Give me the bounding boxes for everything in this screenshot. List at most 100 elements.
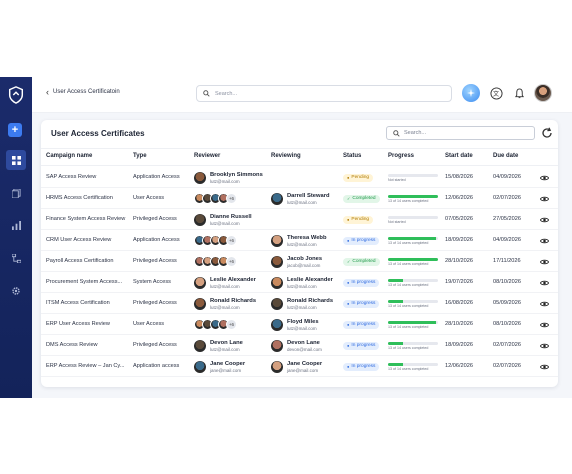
- refresh-icon[interactable]: [541, 127, 553, 139]
- progress-fill: [388, 194, 438, 198]
- progress-fill: [388, 341, 403, 345]
- view-eye-icon[interactable]: [540, 259, 549, 265]
- reviewing-email: lutz@mail.com: [287, 199, 317, 205]
- campaign-name[interactable]: ITSM Access Certification: [46, 300, 131, 306]
- add-icon[interactable]: +: [8, 123, 22, 137]
- more-reviewers-badge[interactable]: +6: [226, 192, 237, 204]
- view-eye-icon[interactable]: [540, 196, 549, 202]
- notification-bell-icon[interactable]: [510, 84, 528, 102]
- reviewer[interactable]: Ronald Richards lutz@mail.com: [194, 298, 256, 311]
- campaign-name[interactable]: SAP Access Review: [46, 174, 131, 180]
- reviewing[interactable]: Floyd Miles lutz@mail.com: [271, 319, 319, 332]
- chevron-left-icon[interactable]: ‹: [46, 88, 49, 97]
- view-eye-icon[interactable]: [540, 217, 549, 223]
- reviewer[interactable]: Dianne Russell lutz@mail.com: [194, 214, 252, 227]
- progress-fill: [388, 299, 403, 303]
- shield-logo-icon[interactable]: [7, 86, 25, 104]
- dashboard-icon[interactable]: [6, 150, 26, 170]
- reviewer-avatar-group[interactable]: +6: [194, 192, 237, 204]
- column-reviewing[interactable]: Reviewing: [271, 153, 301, 159]
- view-eye-icon[interactable]: [540, 280, 549, 286]
- avatar: [194, 172, 206, 184]
- due-date: 02/07/2026: [493, 363, 521, 369]
- view-eye-icon[interactable]: [540, 322, 549, 328]
- reviewer-avatar-group[interactable]: +6: [194, 255, 237, 267]
- start-date: 15/08/2026: [445, 174, 473, 180]
- avatar: [194, 277, 206, 289]
- status-badge: ✓ Completed: [343, 257, 380, 266]
- translate-icon[interactable]: 文: [487, 84, 505, 102]
- reviewing[interactable]: Jacob Jones jacob@mail.com: [271, 256, 322, 269]
- access-type: Privileged Access: [133, 216, 177, 222]
- due-date: 08/10/2026: [493, 321, 521, 327]
- reviewer[interactable]: Devon Lane lutz@mail.com: [194, 340, 243, 353]
- reviewing-info: Devon Lane devon@mail.com: [287, 340, 322, 353]
- status-dot-icon: ✓: [347, 259, 351, 264]
- status-dot-icon: ●: [347, 238, 350, 243]
- reviewer-name: Dianne Russell: [210, 213, 252, 220]
- view-eye-icon[interactable]: [540, 343, 549, 349]
- avatar: [271, 361, 283, 373]
- progress-text: Not started: [388, 219, 406, 224]
- campaign-name[interactable]: CRM User Access Review: [46, 237, 131, 243]
- reviewing[interactable]: Jane Cooper jane@mail.com: [271, 361, 322, 374]
- user-avatar[interactable]: [534, 84, 552, 102]
- reviewing[interactable]: Devon Lane devon@mail.com: [271, 340, 322, 353]
- progress-bar: [388, 278, 438, 282]
- reviewer[interactable]: Jane Cooper jane@mail.com: [194, 361, 245, 374]
- progress-bar: [388, 299, 438, 303]
- progress-text: 13 of 14 users completed: [388, 282, 429, 287]
- reviewer-avatar-group[interactable]: +6: [194, 318, 237, 330]
- more-reviewers-badge[interactable]: +6: [226, 318, 237, 330]
- analytics-icon[interactable]: [6, 215, 26, 235]
- status-label: Completed: [352, 259, 376, 264]
- progress-bar: [388, 362, 438, 366]
- status-label: In progress: [351, 301, 376, 306]
- column-progress[interactable]: Progress: [388, 153, 414, 159]
- more-reviewers-badge[interactable]: +6: [226, 255, 237, 267]
- status-badge: ● In progress: [343, 362, 380, 371]
- column-reviewer[interactable]: Reviewer: [194, 153, 220, 159]
- view-eye-icon[interactable]: [540, 301, 549, 307]
- column-campaign-name[interactable]: Campaign name: [46, 153, 92, 159]
- avatar: [271, 193, 283, 205]
- documents-icon[interactable]: [6, 183, 26, 203]
- column-type[interactable]: Type: [133, 153, 147, 159]
- table-search-input[interactable]: Search...: [386, 126, 535, 140]
- progress-indicator: Not started: [388, 173, 438, 182]
- reviewer[interactable]: Leslie Alexander lutz@mail.com: [194, 277, 256, 290]
- column-start-date[interactable]: Start date: [445, 153, 473, 159]
- column-status[interactable]: Status: [343, 153, 361, 159]
- reviewing-info: Theresa Webb lutz@mail.com: [287, 235, 327, 248]
- search-placeholder: Search...: [404, 130, 427, 136]
- more-reviewers-badge[interactable]: +6: [226, 234, 237, 246]
- reviewing-name: Jane Cooper: [287, 360, 323, 367]
- reviewing[interactable]: Theresa Webb lutz@mail.com: [271, 235, 327, 248]
- view-eye-icon[interactable]: [540, 175, 549, 181]
- campaign-name[interactable]: Procurement System Access...: [46, 279, 131, 285]
- campaign-name[interactable]: ERP User Access Review: [46, 321, 131, 327]
- global-search-input[interactable]: Search...: [196, 85, 452, 102]
- reviewer[interactable]: Brooklyn Simmons lutz@mail.com: [194, 172, 263, 185]
- progress-bar: [388, 215, 438, 219]
- reviewer-info: Brooklyn Simmons lutz@mail.com: [210, 172, 263, 185]
- reviewing[interactable]: Ronald Richards lutz@mail.com: [271, 298, 333, 311]
- workflow-icon[interactable]: [6, 248, 26, 268]
- progress-text: 13 of 14 users completed: [388, 345, 429, 350]
- campaign-name[interactable]: Finance System Access Review: [46, 216, 131, 222]
- reviewing[interactable]: Leslie Alexander lutz@mail.com: [271, 277, 333, 290]
- view-eye-icon[interactable]: [540, 238, 549, 244]
- campaign-name[interactable]: DMS Access Review: [46, 342, 131, 348]
- campaign-name[interactable]: Payroll Access Certification: [46, 258, 131, 264]
- ai-assistant-icon[interactable]: [462, 84, 480, 102]
- settings-gear-icon[interactable]: [6, 281, 26, 301]
- access-type: Privileged Access: [133, 258, 177, 264]
- campaign-name[interactable]: HRMS Access Certification: [46, 195, 131, 201]
- view-eye-icon[interactable]: [540, 364, 549, 370]
- breadcrumb[interactable]: ‹ User Access Certificatoin: [46, 88, 120, 97]
- reviewing[interactable]: Darrell Steward lutz@mail.com: [271, 193, 330, 206]
- reviewer-avatar-group[interactable]: +6: [194, 234, 237, 246]
- status-label: In progress: [351, 364, 376, 369]
- column-due-date[interactable]: Due date: [493, 153, 518, 159]
- campaign-name[interactable]: ERP Access Review – Jan Cy...: [46, 363, 131, 369]
